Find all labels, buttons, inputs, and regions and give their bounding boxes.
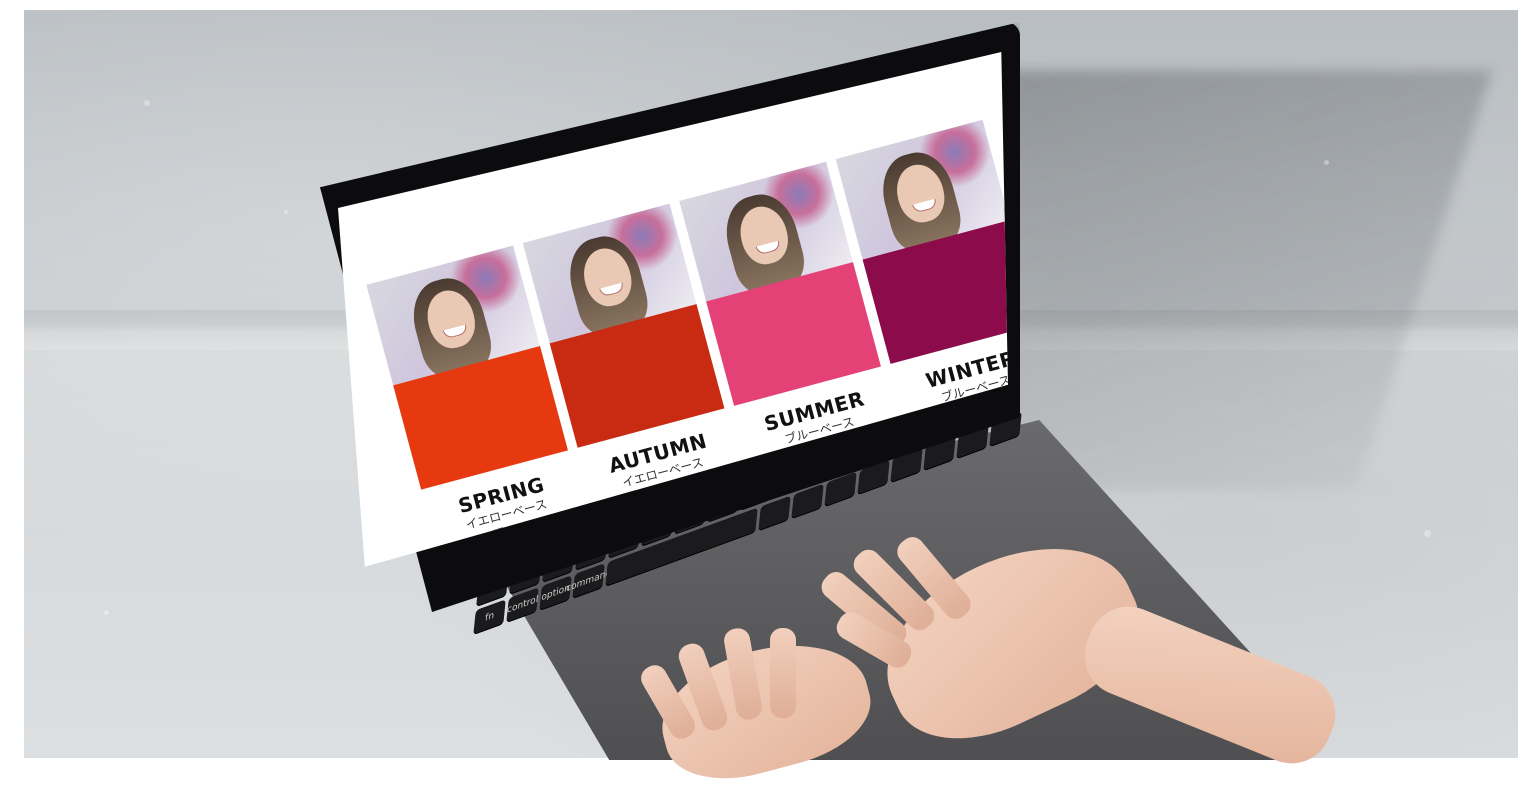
texture-speck xyxy=(284,210,288,214)
texture-speck xyxy=(1424,530,1431,537)
left-finger xyxy=(770,628,796,718)
texture-speck xyxy=(1324,160,1329,165)
texture-speck xyxy=(144,100,150,106)
texture-speck xyxy=(104,610,109,615)
